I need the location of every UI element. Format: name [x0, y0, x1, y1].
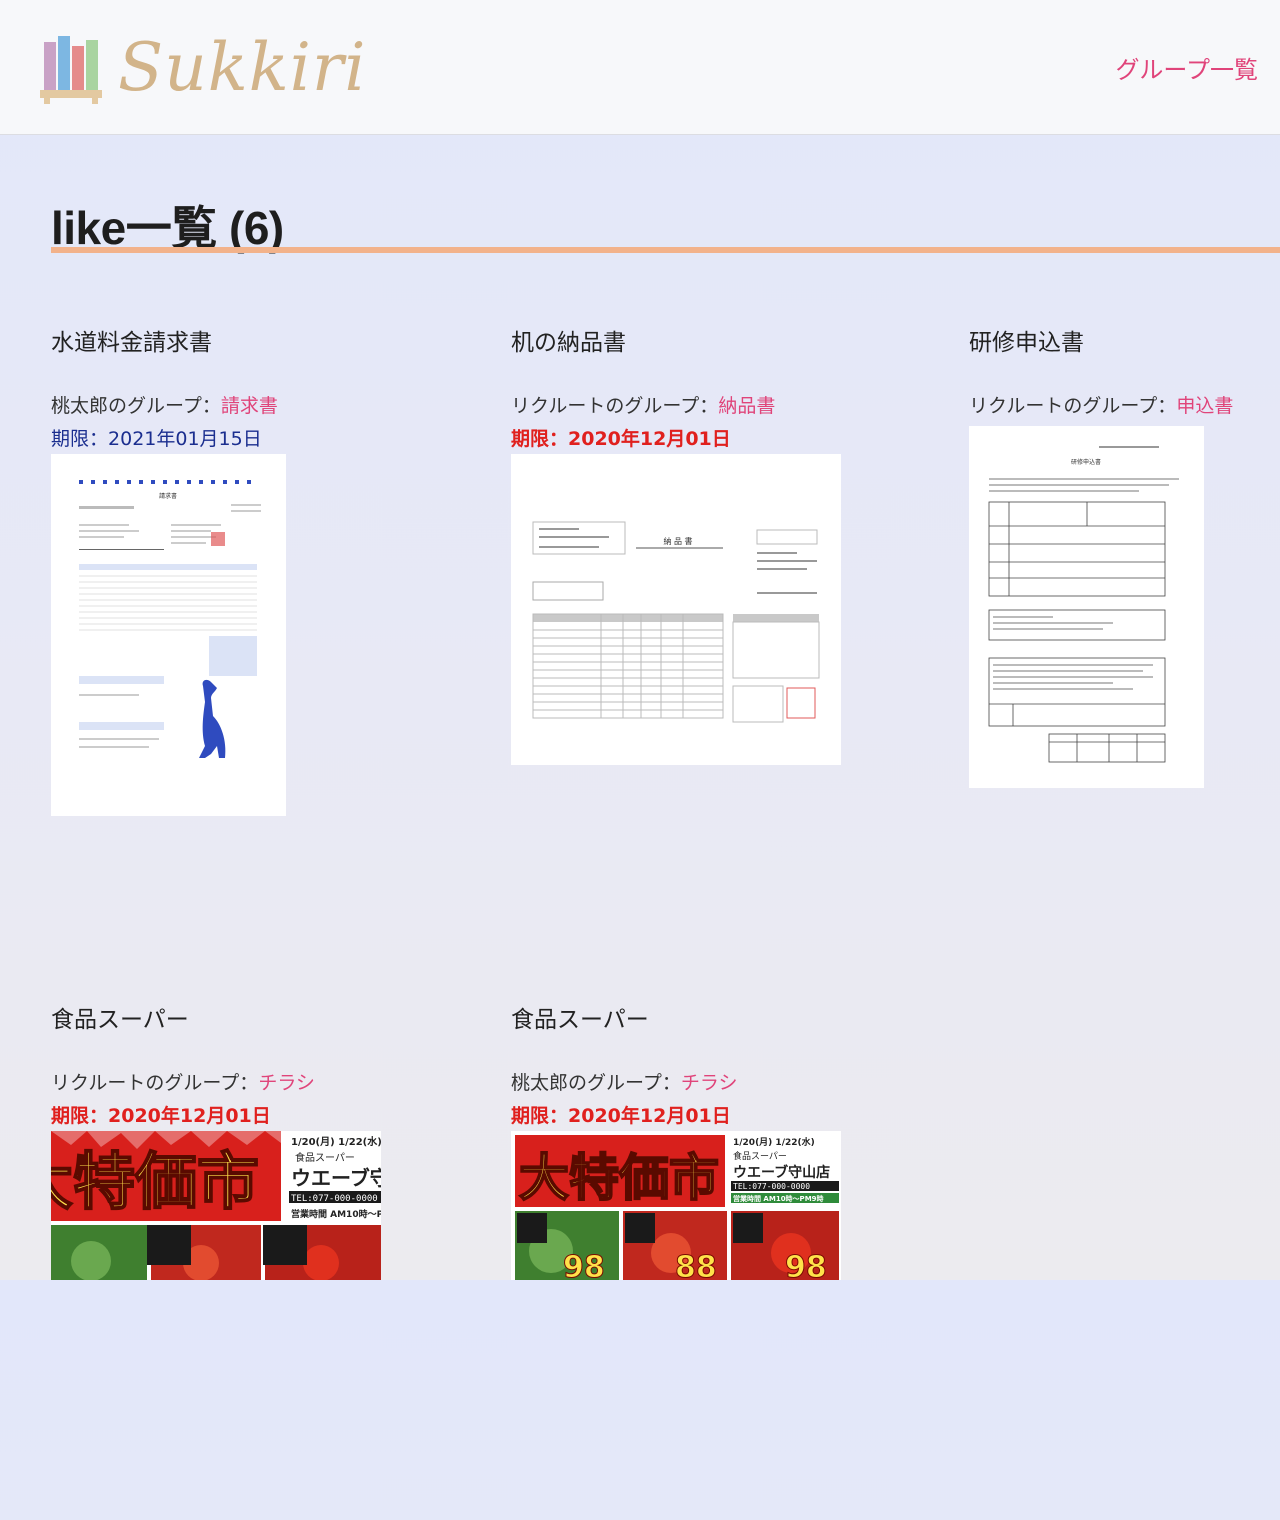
document-thumbnail[interactable]: 大特価市 食品スーパー 1/20(月) 1/22(水) ウエーブ守山店 TEL:… [51, 1131, 381, 1280]
group-owner: 桃太郎のグループ [511, 1072, 662, 1094]
flyer-price: 98 [563, 1250, 605, 1280]
deadline-label: 期限： [511, 1105, 569, 1127]
document-title: 机の納品書 [511, 330, 626, 356]
document-thumbnail[interactable]: 研修申込書 [969, 426, 1204, 788]
flyer-shop: ウエーブ守山店 [291, 1166, 381, 1190]
deadline-date: 2020年12月01日 [568, 1105, 731, 1127]
group-owner: リクルートのグループ [969, 395, 1158, 417]
deadline: 期限：2020年12月01日 [51, 1101, 271, 1128]
app-header: Sukkiri グループ一覧 [0, 0, 1280, 135]
flyer-headline: 大特価市 [51, 1145, 259, 1218]
group-separator: ： [661, 1072, 681, 1094]
deadline-date: 2020年12月01日 [568, 428, 731, 450]
app-logo[interactable]: Sukkiri [40, 28, 366, 108]
liked-document-card: 研修申込書 リクルートのグループ：申込書 研修申込書 [969, 323, 1280, 843]
liked-document-card: 食品スーパー 桃太郎のグループ：チラシ 期限：2020年12月01日 大特価市 … [511, 1000, 891, 1520]
application-heading: 研修申込書 [1071, 458, 1101, 466]
group-info: リクルートのグループ：チラシ [51, 1068, 315, 1095]
flyer-tel: TEL:077-000-0000 [733, 1182, 810, 1191]
group-owner: リクルートのグループ [511, 395, 700, 417]
flyer-hours: 営業時間 AM10時〜PM9時 [291, 1208, 381, 1220]
logo-text: Sukkiri [118, 29, 367, 106]
deadline: 期限：2021年01月15日 [51, 424, 262, 451]
title-underline [51, 247, 1280, 253]
document-thumbnail[interactable]: 請求書 [51, 454, 286, 816]
document-title: 水道料金請求書 [51, 330, 212, 356]
group-owner: リクルートのグループ [51, 1072, 240, 1094]
flyer-dates: 1/20(月) 1/22(水) [291, 1135, 381, 1148]
document-title: 食品スーパー [511, 1007, 649, 1033]
flyer-tel: TEL:077-000-0000 [291, 1194, 378, 1204]
group-tag-link[interactable]: 請求書 [221, 395, 278, 417]
liked-document-card: 水道料金請求書 桃太郎のグループ：請求書 期限：2021年01月15日 請求書 [51, 323, 431, 843]
deadline-label: 期限： [51, 428, 109, 450]
flyer-headline: 大特価市 [519, 1149, 719, 1207]
group-separator: ： [239, 1072, 259, 1094]
liked-document-card: 食品スーパー リクルートのグループ：チラシ 期限：2020年12月01日 大特価… [51, 1000, 431, 1520]
group-separator: ： [699, 395, 719, 417]
bookshelf-icon [40, 32, 102, 104]
group-tag-link[interactable]: チラシ [681, 1072, 738, 1094]
group-tag-link[interactable]: 申込書 [1176, 395, 1233, 417]
flyer-price: 98 [785, 1250, 827, 1280]
group-separator: ： [201, 395, 221, 417]
flyer-shop: ウエーブ守山店 [733, 1164, 830, 1181]
deadline-label: 期限： [511, 428, 569, 450]
group-list-link[interactable]: グループ一覧 [1115, 50, 1258, 85]
document-title: 研修申込書 [969, 330, 1084, 356]
group-owner: 桃太郎のグループ [51, 395, 202, 417]
liked-document-card: 机の納品書 リクルートのグループ：納品書 期限：2020年12月01日 納 品 … [511, 323, 891, 843]
group-info: 桃太郎のグループ：請求書 [51, 391, 278, 418]
deadline-date: 2021年01月15日 [108, 428, 262, 450]
group-tag-link[interactable]: チラシ [258, 1072, 315, 1094]
flyer-price: 88 [675, 1250, 717, 1280]
group-info: リクルートのグループ：申込書 [969, 391, 1233, 418]
group-tag-link[interactable]: 納品書 [718, 395, 775, 417]
flyer-dates: 1/20(月) 1/22(水) [733, 1136, 815, 1148]
flyer-hours: 営業時間 AM10時〜PM9時 [733, 1194, 824, 1203]
delivery-heading: 納 品 書 [663, 536, 692, 546]
flyer-shop-small: 食品スーパー [295, 1151, 355, 1164]
deadline-label: 期限： [51, 1105, 109, 1127]
group-separator: ： [1157, 395, 1177, 417]
deadline-date: 2020年12月01日 [108, 1105, 271, 1127]
group-info: リクルートのグループ：納品書 [511, 391, 775, 418]
group-info: 桃太郎のグループ：チラシ [511, 1068, 738, 1095]
document-title: 食品スーパー [51, 1007, 189, 1033]
flyer-shop-small: 食品スーパー [733, 1150, 787, 1162]
document-thumbnail[interactable]: 大特価市 1/20(月) 1/22(水) 食品スーパー ウエーブ守山店 TEL:… [511, 1131, 841, 1280]
document-thumbnail[interactable]: 納 品 書 [511, 454, 841, 765]
deadline: 期限：2020年12月01日 [511, 1101, 731, 1128]
deadline: 期限：2020年12月01日 [511, 424, 731, 451]
invoice-heading: 請求書 [159, 492, 177, 500]
